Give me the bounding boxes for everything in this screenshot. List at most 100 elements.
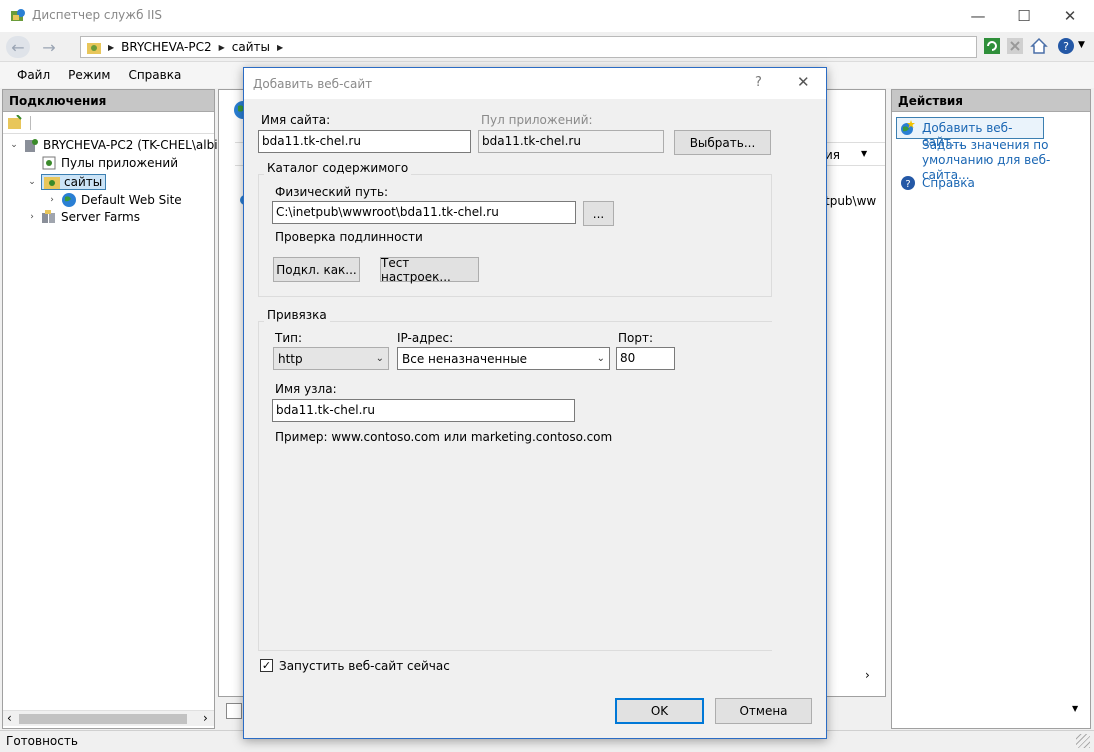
home-icon[interactable] bbox=[1030, 37, 1048, 55]
content-directory-title: Каталог содержимого bbox=[264, 161, 412, 175]
host-example-text: Пример: www.contoso.com или marketing.co… bbox=[275, 430, 613, 444]
scroll-left-icon[interactable]: ‹ bbox=[7, 711, 12, 725]
chevron-down-icon: ⌄ bbox=[596, 353, 605, 364]
server-farms-icon bbox=[42, 210, 55, 223]
menu-view[interactable]: Режим bbox=[59, 68, 119, 82]
title-bar: Диспетчер служб IIS — ☐ ✕ bbox=[0, 0, 1094, 32]
browse-path-button[interactable]: ... bbox=[583, 201, 614, 226]
help-dropdown-icon[interactable]: ▼ bbox=[1078, 40, 1085, 50]
app-pools-icon bbox=[42, 156, 56, 170]
breadcrumb-separator-icon: ▶ bbox=[108, 42, 115, 52]
scroll-right-icon[interactable]: › bbox=[865, 668, 870, 682]
select-pool-button[interactable]: Выбрать... bbox=[674, 130, 771, 155]
expand-icon[interactable]: › bbox=[47, 195, 57, 205]
dialog-close-button[interactable]: ✕ bbox=[797, 73, 810, 91]
toolbar-divider bbox=[30, 116, 31, 130]
tree-item-label: Default Web Site bbox=[81, 193, 182, 207]
ok-button[interactable]: OK bbox=[615, 698, 704, 724]
tree-item-server[interactable]: ⌄ BRYCHEVA-PC2 (TK-CHEL\albin bbox=[9, 138, 225, 152]
breadcrumb-separator-icon: ▶ bbox=[218, 42, 225, 52]
back-button[interactable]: ← bbox=[6, 36, 30, 58]
address-field[interactable]: ▶ BRYCHEVA-PC2 ▶ сайты ▶ bbox=[80, 36, 977, 58]
path-fragment: tpub\ww bbox=[825, 194, 877, 208]
tree-item-label: Server Farms bbox=[61, 210, 140, 224]
site-name-label: Имя сайта: bbox=[261, 113, 331, 127]
port-label: Порт: bbox=[618, 331, 654, 345]
globe-icon bbox=[62, 193, 76, 207]
connections-toolbar bbox=[3, 112, 214, 134]
horizontal-scrollbar[interactable]: ‹ › bbox=[3, 710, 214, 726]
scroll-right-icon[interactable]: › bbox=[203, 711, 208, 725]
close-button[interactable]: ✕ bbox=[1047, 0, 1093, 32]
tree-item-sites[interactable]: ⌄ сайты bbox=[27, 174, 107, 190]
breadcrumb-sites[interactable]: сайты bbox=[232, 40, 270, 54]
help-link[interactable]: Справка bbox=[922, 176, 975, 190]
port-input[interactable]: 80 bbox=[616, 347, 675, 370]
connect-as-button[interactable]: Подкл. как... bbox=[273, 257, 360, 282]
collapse-icon[interactable]: ⌄ bbox=[9, 140, 19, 150]
authentication-label: Проверка подлинности bbox=[275, 230, 423, 244]
maximize-button[interactable]: ☐ bbox=[1001, 0, 1047, 32]
scroll-down-icon[interactable]: ▼ bbox=[1072, 704, 1078, 713]
sort-chevron-icon[interactable]: ▼ bbox=[861, 149, 867, 158]
iis-app-icon bbox=[11, 9, 25, 21]
ip-address-value: Все неназначенные bbox=[402, 351, 528, 366]
help-icon: ? bbox=[901, 176, 915, 190]
binding-type-value: http bbox=[278, 351, 303, 366]
tree-item-label: BRYCHEVA-PC2 (TK-CHEL\albin bbox=[43, 138, 226, 152]
type-label: Тип: bbox=[275, 331, 303, 345]
resize-grip[interactable] bbox=[1076, 734, 1090, 748]
column-header-fragment[interactable]: ия bbox=[825, 148, 840, 162]
status-text: Готовность bbox=[6, 734, 78, 748]
add-website-dialog: Добавить веб-сайт ? ✕ Имя сайта: bda11.t… bbox=[243, 67, 827, 739]
connections-pane: Подключения ⌄ BRYCHEVA-PC2 (TK-CHEL\albi… bbox=[2, 89, 225, 729]
horizontal-scrollbar[interactable]: › bbox=[839, 668, 885, 684]
breadcrumb-server[interactable]: BRYCHEVA-PC2 bbox=[121, 40, 211, 54]
app-pool-field: bda11.tk-chel.ru bbox=[478, 130, 664, 153]
ip-address-label: IP-адрес: bbox=[397, 331, 454, 345]
start-website-checkbox[interactable]: ✓ bbox=[260, 659, 273, 672]
tree-item-app-pools[interactable]: Пулы приложений bbox=[27, 156, 178, 170]
help-icon[interactable]: ? bbox=[1057, 37, 1075, 55]
ip-address-select[interactable]: Все неназначенные ⌄ bbox=[397, 347, 610, 370]
site-name-input[interactable]: bda11.tk-chel.ru bbox=[258, 130, 471, 153]
actions-pane: Действия Добавить веб-сайт... Задать зна… bbox=[891, 89, 1091, 729]
address-toolbar: ← → ▶ BRYCHEVA-PC2 ▶ сайты ▶ ? ▼ bbox=[0, 32, 1094, 62]
start-website-label[interactable]: Запустить веб-сайт сейчас bbox=[279, 659, 450, 673]
svg-text:?: ? bbox=[1063, 40, 1069, 53]
window-title: Диспетчер служб IIS bbox=[32, 8, 162, 22]
menu-help[interactable]: Справка bbox=[119, 68, 190, 82]
test-settings-button[interactable]: Тест настроек... bbox=[380, 256, 479, 284]
tree-item-default-web-site[interactable]: › Default Web Site bbox=[47, 192, 182, 208]
expand-icon[interactable]: › bbox=[27, 212, 37, 222]
forward-button[interactable]: → bbox=[37, 36, 61, 58]
connections-header: Подключения bbox=[3, 90, 214, 112]
binding-group bbox=[258, 321, 772, 651]
breadcrumb-separator-icon[interactable]: ▶ bbox=[277, 43, 283, 52]
site-folder-icon bbox=[87, 42, 101, 54]
server-icon bbox=[25, 139, 38, 152]
refresh-icon[interactable] bbox=[984, 38, 1000, 54]
menu-file[interactable]: Файл bbox=[8, 68, 59, 82]
tree-item-label: сайты bbox=[64, 175, 103, 189]
dialog-title: Добавить веб-сайт bbox=[253, 77, 373, 91]
add-website-action[interactable]: Добавить веб-сайт... bbox=[896, 117, 1044, 149]
tree-item-server-farms[interactable]: › Server Farms bbox=[27, 210, 140, 224]
stop-icon[interactable] bbox=[1007, 38, 1023, 54]
cancel-button[interactable]: Отмена bbox=[715, 698, 812, 724]
host-name-input[interactable]: bda11.tk-chel.ru bbox=[272, 399, 575, 422]
physical-path-input[interactable]: C:\inetpub\wwwroot\bda11.tk-chel.ru bbox=[272, 201, 576, 224]
actions-header: Действия bbox=[892, 90, 1090, 112]
add-globe-icon bbox=[901, 120, 915, 135]
dialog-help-button[interactable]: ? bbox=[755, 75, 762, 90]
dialog-title-bar: Добавить веб-сайт ? ✕ bbox=[244, 68, 826, 99]
collapse-icon[interactable]: ⌄ bbox=[27, 177, 37, 187]
features-view-icon[interactable] bbox=[226, 703, 242, 719]
minimize-button[interactable]: — bbox=[955, 0, 1001, 32]
new-connection-icon[interactable] bbox=[8, 115, 23, 130]
scroll-thumb[interactable] bbox=[19, 714, 187, 724]
binding-type-select[interactable]: http ⌄ bbox=[273, 347, 389, 370]
selected-node: сайты bbox=[41, 174, 107, 190]
physical-path-label: Физический путь: bbox=[275, 185, 389, 199]
sites-folder-icon bbox=[44, 177, 60, 189]
